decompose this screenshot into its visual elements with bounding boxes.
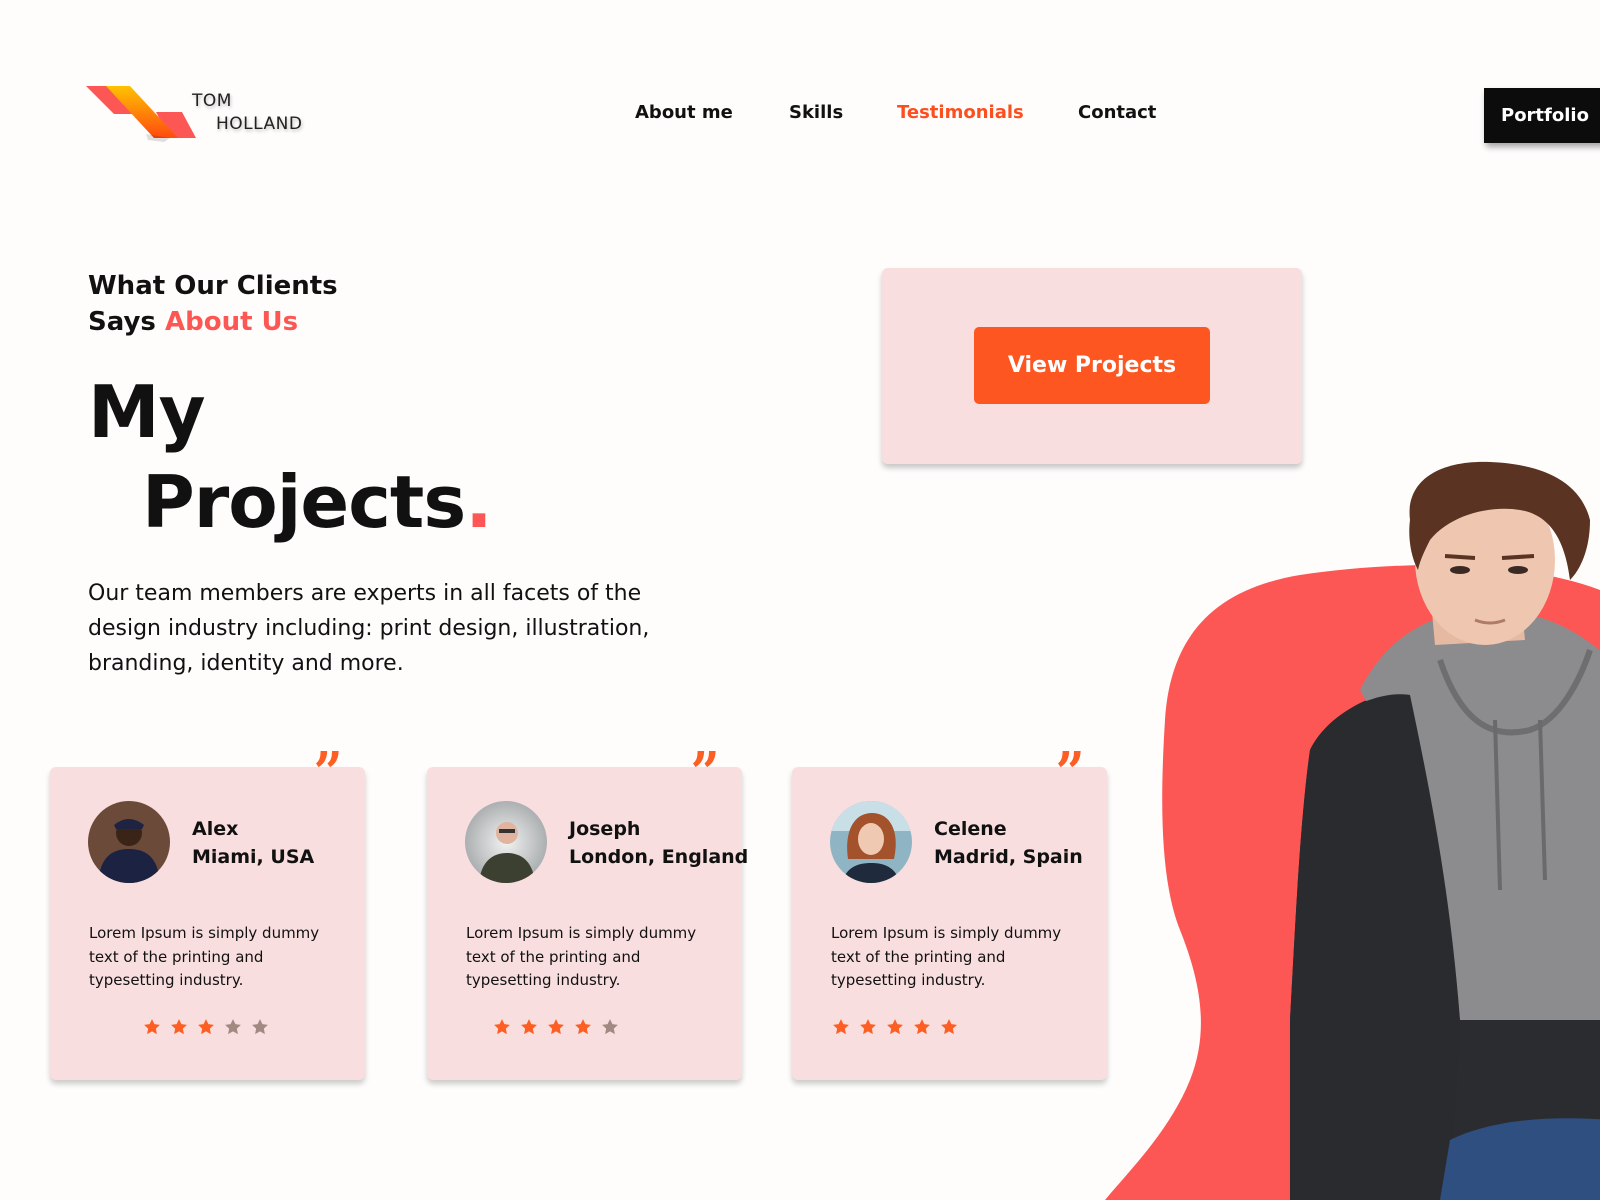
- quote-icon: ”: [1055, 740, 1085, 806]
- star-rating: [492, 1017, 620, 1037]
- star-rating: [142, 1017, 270, 1037]
- testimonial-text: Lorem Ipsum is simply dummy text of the …: [89, 924, 320, 989]
- nav-about-me[interactable]: About me: [635, 102, 733, 123]
- brand-logo[interactable]: TOM HOLLAND: [86, 84, 316, 144]
- avatar-alex: [88, 801, 170, 883]
- star-empty-icon: [602, 1019, 618, 1035]
- reviewer-name: Joseph London, England: [569, 818, 749, 868]
- portrait-photo: [1290, 461, 1600, 1200]
- star-filled-icon: [144, 1019, 160, 1035]
- star-filled-icon: [494, 1019, 510, 1035]
- nav-contact[interactable]: Contact: [1078, 102, 1156, 123]
- star-filled-icon: [914, 1019, 930, 1035]
- nav-skills[interactable]: Skills: [789, 102, 843, 123]
- star-filled-icon: [198, 1019, 214, 1035]
- testimonial-card: ” Joseph London, England Lorem Ipsum is …: [427, 745, 748, 1080]
- star-filled-icon: [548, 1019, 564, 1035]
- portfolio-button[interactable]: Portfolio: [1484, 88, 1600, 143]
- avatar-joseph: [465, 801, 547, 883]
- testimonial-text: Lorem Ipsum is simply dummy text of the …: [831, 924, 1062, 989]
- testimonial-text: Lorem Ipsum is simply dummy text of the …: [466, 924, 697, 989]
- avatar-celene: [830, 801, 912, 883]
- quote-icon: ”: [690, 740, 720, 806]
- nav-testimonials[interactable]: Testimonials: [897, 102, 1024, 123]
- star-filled-icon: [941, 1019, 957, 1035]
- star-filled-icon: [887, 1019, 903, 1035]
- star-filled-icon: [833, 1019, 849, 1035]
- star-rating: [831, 1017, 959, 1037]
- section-eyebrow: What Our Clients Says About Us: [88, 271, 338, 337]
- hero-title-line2: Projects.: [142, 460, 493, 544]
- view-projects-button[interactable]: View Projects: [974, 327, 1210, 404]
- hero-description: Our team members are experts in all face…: [88, 581, 650, 676]
- star-filled-icon: [860, 1019, 876, 1035]
- reviewer-name: Alex Miami, USA: [192, 818, 315, 868]
- quote-icon: ”: [313, 740, 343, 806]
- testimonial-card: ” Celene Madrid, Spain Lorem Ipsum is si…: [792, 745, 1107, 1080]
- cta-panel: View Projects: [882, 268, 1302, 464]
- hero-title-line1: My: [88, 370, 206, 454]
- star-empty-icon: [225, 1019, 241, 1035]
- brand-name: TOM HOLLAND: [192, 91, 303, 134]
- star-filled-icon: [575, 1019, 591, 1035]
- logo-mark-icon: [86, 86, 196, 142]
- reviewer-name: Celene Madrid, Spain: [934, 818, 1083, 868]
- star-filled-icon: [171, 1019, 187, 1035]
- star-empty-icon: [252, 1019, 268, 1035]
- testimonial-card: ” Alex Miami, USA Lorem Ipsum is simply …: [50, 745, 365, 1080]
- star-filled-icon: [521, 1019, 537, 1035]
